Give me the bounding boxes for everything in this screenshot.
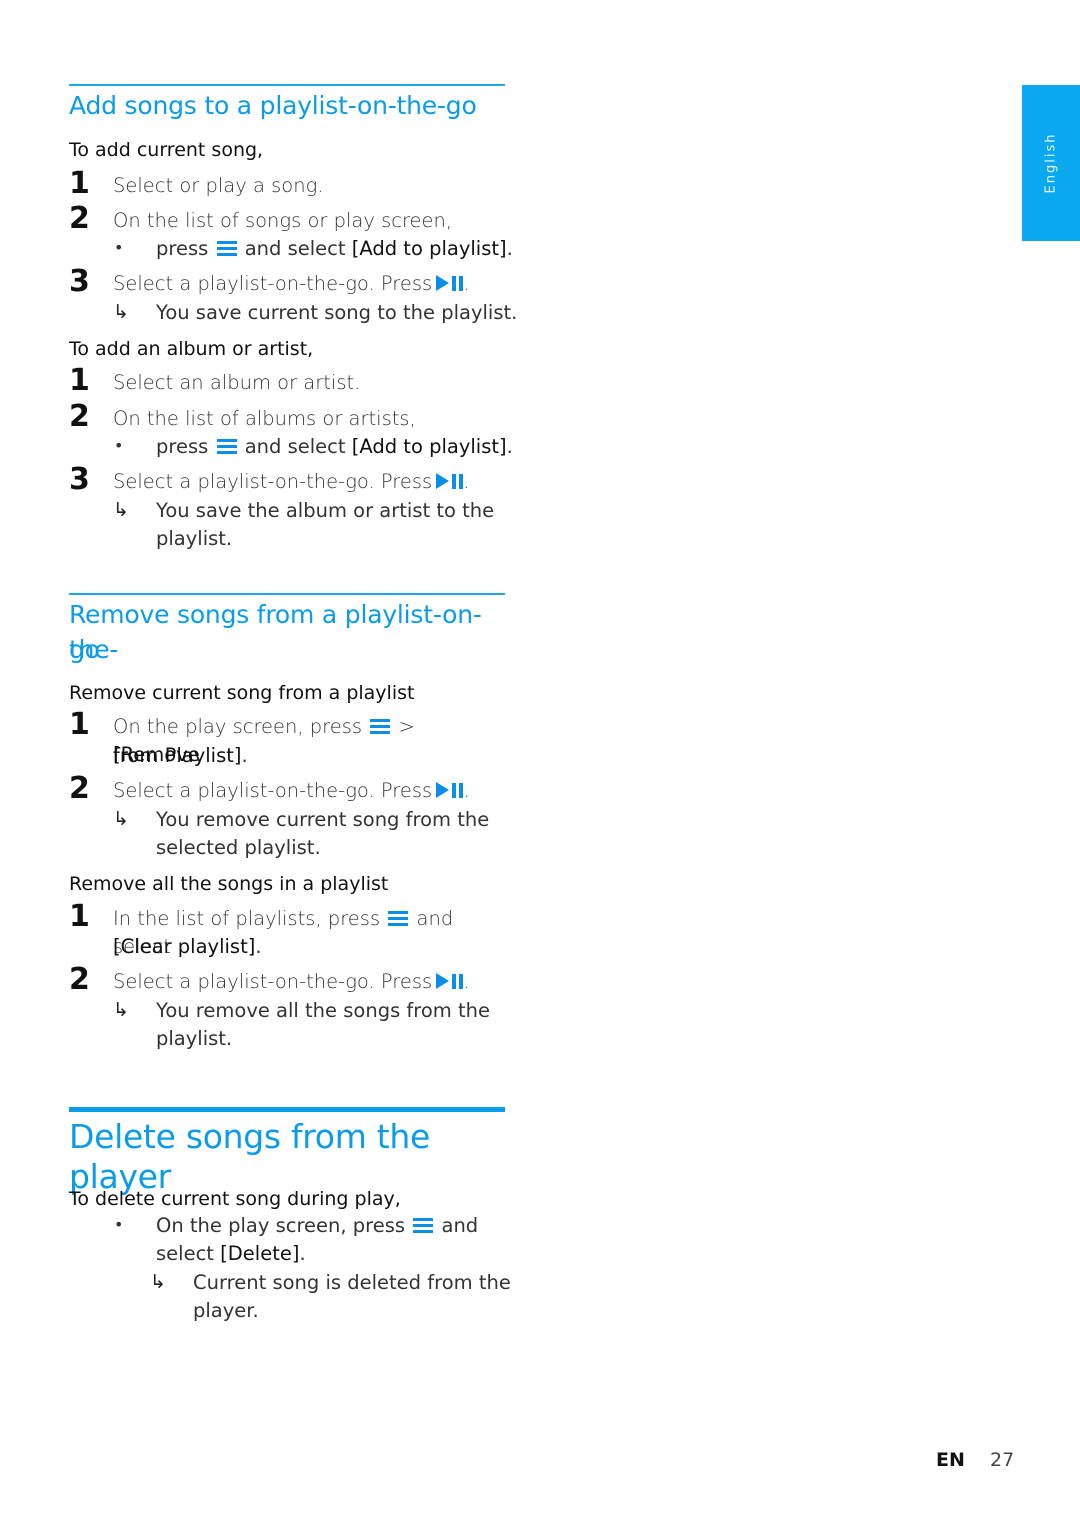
step-result: playlist. — [156, 527, 233, 550]
text: On the play screen, press — [113, 715, 363, 738]
step-result: player. — [193, 1299, 259, 1322]
step-text: Select or play a song. — [113, 174, 324, 197]
text: Select a playlist-on-the-go. Press — [113, 470, 433, 493]
step-text-cont: from Playlist]. — [113, 742, 248, 770]
result-arrow-icon: ↳ — [113, 499, 129, 521]
text: . — [463, 470, 470, 493]
menu-option-add-to-playlist: [Add to playlist] — [351, 435, 507, 458]
text: > — [398, 715, 415, 738]
step-number: 2 — [69, 399, 90, 434]
step-text: Select an album or artist. — [113, 371, 361, 394]
text: and select — [244, 237, 346, 260]
step-text: Select a playlist-on-the-go. Press. — [113, 270, 505, 298]
chapter-title-delete: Delete songs from the player — [69, 1117, 430, 1196]
result-arrow-icon: ↳ — [150, 1271, 166, 1293]
step-number: 1 — [69, 166, 90, 201]
language-tab-label: English — [1043, 132, 1059, 194]
step-number: 1 — [69, 707, 90, 742]
text: . — [506, 435, 513, 458]
subheading-delete: To delete current song during play, — [69, 1188, 401, 1210]
menu-icon — [370, 718, 391, 734]
text: select — [156, 1242, 214, 1265]
text: . — [463, 779, 470, 802]
text: . — [463, 970, 470, 993]
menu-icon — [388, 910, 409, 926]
step-text: Select a playlist-on-the-go. Press. — [113, 968, 505, 996]
text: Select a playlist-on-the-go. Press — [113, 970, 433, 993]
text: Select a playlist-on-the-go. Press — [113, 779, 433, 802]
text: . — [255, 935, 262, 958]
step-number: 2 — [69, 201, 90, 236]
section-title-remove-cont: go — [69, 635, 100, 664]
step-result: You save the album or artist to the — [156, 499, 495, 522]
bullet-glyph: • — [114, 436, 124, 455]
step-result: selected playlist. — [156, 836, 321, 859]
play-pause-icon — [436, 973, 464, 989]
step-number: 1 — [69, 363, 90, 398]
section-divider — [69, 84, 505, 86]
bullet-glyph: • — [114, 238, 124, 257]
step-number: 3 — [69, 264, 90, 299]
step-text-cont: [Clear playlist]. — [113, 933, 262, 961]
chapter-divider — [69, 1107, 505, 1112]
bullet-instruction: press and select [Add to playlist]. — [156, 433, 513, 461]
step-text: Select a playlist-on-the-go. Press. — [113, 468, 505, 496]
language-tab: English — [1022, 85, 1080, 241]
text: . — [506, 237, 513, 260]
section-title-add: Add songs to a playlist-on-the-go — [69, 91, 477, 120]
menu-icon — [216, 438, 237, 454]
text: and select — [244, 435, 346, 458]
step-number: 3 — [69, 462, 90, 497]
text: . — [463, 272, 470, 295]
step-text: On the list of albums or artists, — [113, 407, 416, 430]
menu-icon — [216, 240, 237, 256]
text: press — [156, 435, 209, 458]
subheading-remove-all: Remove all the songs in a playlist — [69, 873, 389, 895]
result-arrow-icon: ↳ — [113, 808, 129, 830]
text: . — [241, 744, 248, 767]
bullet-instruction: press and select [Add to playlist]. — [156, 235, 513, 263]
text: On the play screen, press — [156, 1214, 406, 1237]
step-text: Select a playlist-on-the-go. Press. — [113, 777, 505, 805]
play-pause-icon — [436, 782, 464, 798]
bullet-glyph: • — [114, 1215, 124, 1234]
step-number: 2 — [69, 771, 90, 806]
step-number: 1 — [69, 899, 90, 934]
bullet-instruction-cont: select [Delete]. — [156, 1240, 306, 1268]
result-arrow-icon: ↳ — [113, 999, 129, 1021]
play-pause-icon — [436, 275, 464, 291]
step-result: Current song is deleted from the — [193, 1271, 511, 1294]
subheading-remove-current: Remove current song from a playlist — [69, 682, 415, 704]
step-text: On the list of songs or play screen, — [113, 209, 453, 232]
subheading-add-album: To add an album or artist, — [69, 338, 314, 360]
bullet-instruction: On the play screen, press and — [156, 1212, 478, 1240]
page-number: 27 — [990, 1449, 1015, 1471]
text: press — [156, 237, 209, 260]
menu-icon — [413, 1217, 434, 1233]
text: and — [441, 1214, 479, 1237]
text: In the list of playlists, press — [113, 907, 381, 930]
result-arrow-icon: ↳ — [113, 301, 129, 323]
step-result: playlist. — [156, 1027, 233, 1050]
step-result: You save current song to the playlist. — [156, 301, 518, 324]
text: . — [299, 1242, 306, 1265]
text: Select a playlist-on-the-go. Press — [113, 272, 433, 295]
menu-option-remove-cont: from Playlist] — [113, 744, 242, 767]
menu-option-add-to-playlist: [Add to playlist] — [351, 237, 507, 260]
menu-option-clear-playlist: [Clear playlist] — [113, 935, 256, 958]
menu-option-delete: [Delete] — [220, 1242, 300, 1265]
step-result: You remove current song from the — [156, 808, 490, 831]
section-divider — [69, 593, 505, 595]
step-result: You remove all the songs from the — [156, 999, 491, 1022]
play-pause-icon — [436, 473, 464, 489]
step-number: 2 — [69, 962, 90, 997]
subheading-add-current: To add current song, — [69, 139, 264, 161]
footer-language: EN — [936, 1449, 965, 1471]
